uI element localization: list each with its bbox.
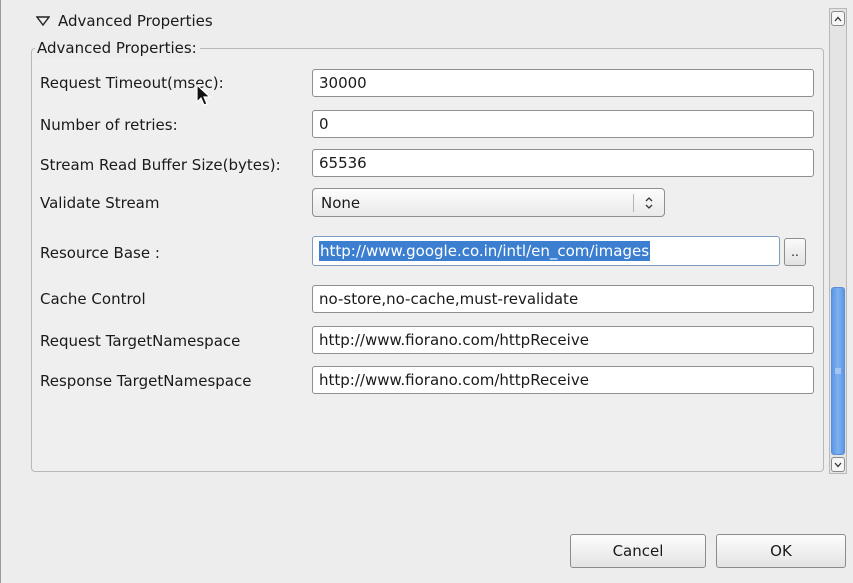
updown-arrows-icon [634, 196, 664, 210]
group-title: Advanced Properties: [35, 38, 200, 58]
cache-control-input[interactable]: no-store,no-cache,must-revalidate [312, 285, 814, 313]
advanced-properties-toggle[interactable]: Advanced Properties [36, 10, 213, 32]
request-timeout-value: 30000 [319, 74, 367, 92]
validate-stream-value: None [321, 193, 361, 212]
validate-stream-select[interactable]: None [312, 188, 665, 217]
ok-button[interactable]: OK [716, 534, 846, 568]
cancel-button[interactable]: Cancel [570, 534, 706, 568]
resource-base-value: http://www.google.co.in/intl/en_com/imag… [319, 241, 651, 261]
window-left-border [0, 0, 1, 583]
chevron-down-icon [834, 462, 842, 467]
validate-stream-label: Validate Stream [40, 194, 160, 212]
cache-control-label: Cache Control [40, 290, 146, 308]
triangle-down-icon [36, 16, 50, 26]
cache-control-value: no-store,no-cache,must-revalidate [319, 290, 579, 308]
resource-base-label: Resource Base : [40, 244, 160, 262]
resource-base-input[interactable]: http://www.google.co.in/intl/en_com/imag… [312, 236, 780, 266]
buffer-size-value: 65536 [319, 154, 367, 172]
buffer-size-input[interactable]: 65536 [312, 149, 814, 177]
vertical-scrollbar[interactable] [829, 8, 847, 474]
section-header-label: Advanced Properties [58, 12, 213, 30]
retries-input[interactable]: 0 [312, 110, 814, 138]
response-namespace-label: Response TargetNamespace [40, 372, 252, 390]
scroll-down-button[interactable] [831, 457, 845, 472]
request-namespace-input[interactable]: http://www.fiorano.com/httpReceive [312, 326, 814, 354]
retries-value: 0 [319, 115, 329, 133]
scroll-thumb[interactable] [831, 287, 845, 455]
grip-icon [835, 368, 841, 374]
browse-button[interactable]: .. [784, 238, 806, 266]
retries-label: Number of retries: [40, 116, 178, 134]
response-namespace-value: http://www.fiorano.com/httpReceive [319, 371, 589, 389]
request-namespace-value: http://www.fiorano.com/httpReceive [319, 331, 589, 349]
mouse-cursor-icon [196, 84, 212, 106]
request-timeout-input[interactable]: 30000 [312, 69, 814, 97]
scroll-up-button[interactable] [831, 11, 845, 26]
buffer-size-label: Stream Read Buffer Size(bytes): [40, 156, 281, 174]
response-namespace-input[interactable]: http://www.fiorano.com/httpReceive [312, 366, 814, 394]
chevron-up-icon [834, 16, 842, 21]
request-namespace-label: Request TargetNamespace [40, 332, 241, 350]
